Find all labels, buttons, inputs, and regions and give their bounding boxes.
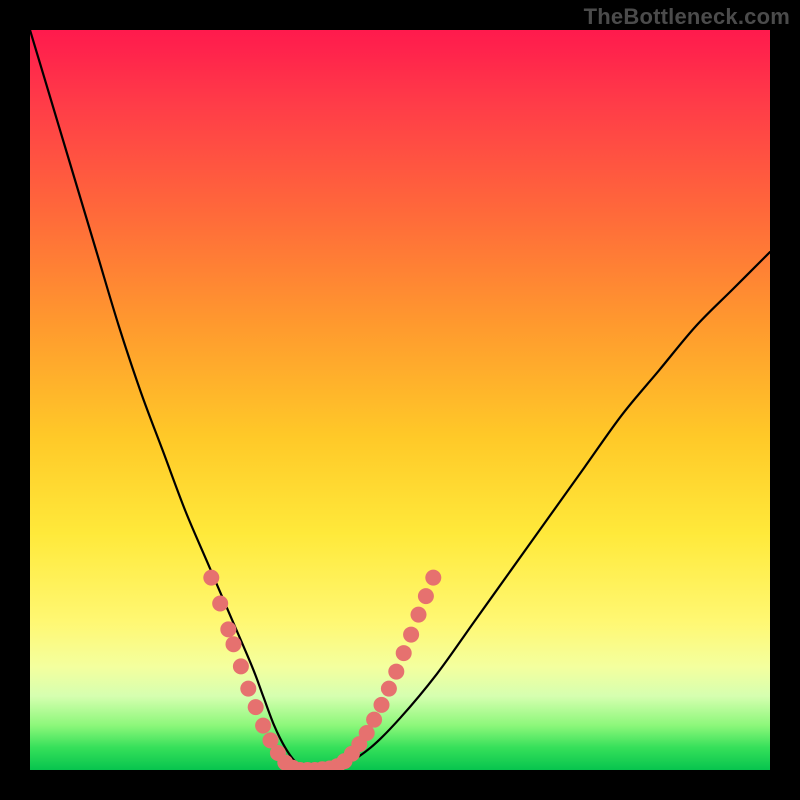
highlight-dot [226,636,242,652]
chart-svg [30,30,770,770]
highlight-dot [396,645,412,661]
highlight-dot [220,621,236,637]
highlight-dot [203,570,219,586]
highlight-dot [403,627,419,643]
highlight-dot [248,699,264,715]
highlight-dot [240,681,256,697]
highlight-dot [425,570,441,586]
highlight-dot [255,718,271,734]
highlight-dot [388,664,404,680]
highlight-dot [418,588,434,604]
watermark-text: TheBottleneck.com [584,4,790,30]
highlight-dot [381,681,397,697]
highlight-dot [212,596,228,612]
highlight-dot [366,712,382,728]
highlight-dots [203,570,441,770]
plot-area [30,30,770,770]
highlight-dot [233,658,249,674]
highlight-dot [374,697,390,713]
chart-frame: TheBottleneck.com [0,0,800,800]
highlight-dot [411,607,427,623]
